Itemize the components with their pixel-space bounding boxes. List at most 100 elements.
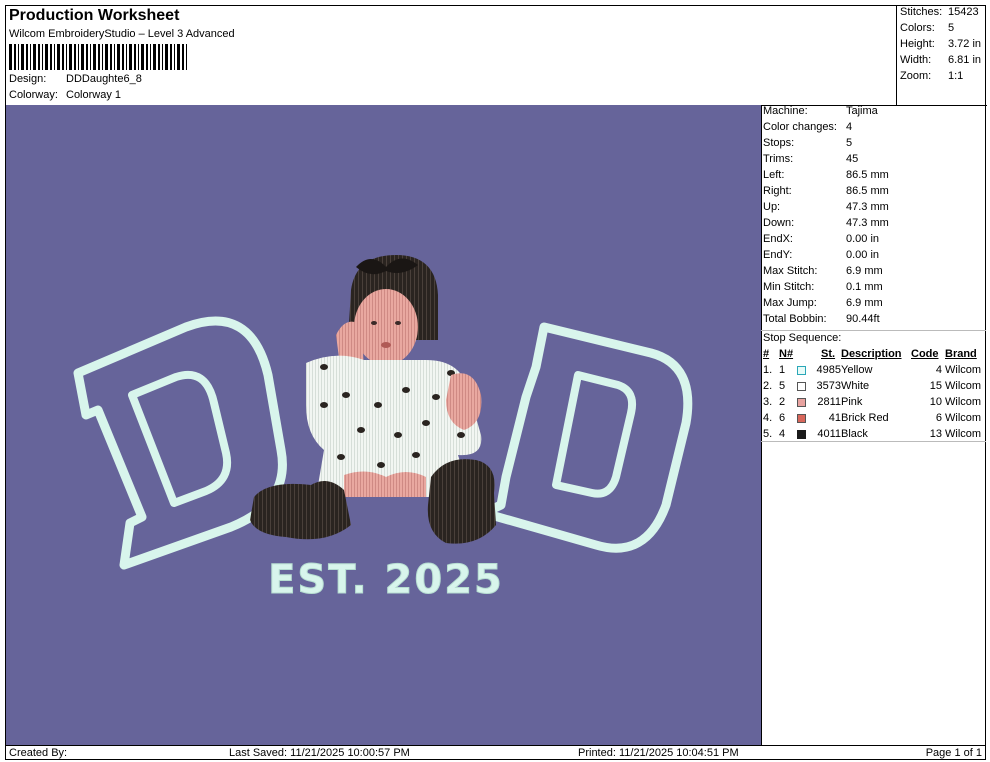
barcode-bar bbox=[42, 44, 43, 70]
barcode-bar bbox=[110, 44, 112, 70]
barcode-bar bbox=[26, 44, 28, 70]
barcode-bar bbox=[158, 44, 160, 70]
stop-index: 2. bbox=[763, 380, 773, 392]
machine-info-panel: Machine: Tajima Color changes: 4 Stops: 5 T… bbox=[761, 105, 986, 745]
info-row: Max Stitch: 6.9 mm bbox=[763, 265, 883, 277]
info-value: 47.3 mm bbox=[846, 217, 889, 229]
colorway-name: Colorway 1 bbox=[66, 89, 122, 101]
barcode-bar bbox=[182, 44, 184, 70]
stitch-count: 4985 bbox=[816, 364, 841, 376]
info-value: 86.5 mm bbox=[846, 169, 889, 181]
info-row: Color changes: 4 bbox=[763, 121, 852, 133]
barcode-bar bbox=[54, 44, 55, 70]
needle-number: 5 bbox=[779, 380, 786, 392]
barcode-bar bbox=[170, 44, 172, 70]
thread-color-swatch bbox=[797, 430, 806, 439]
thread-description: Black bbox=[841, 428, 868, 440]
barcode-bar bbox=[30, 44, 31, 70]
production-worksheet: Production Worksheet Wilcom EmbroiderySt… bbox=[5, 5, 987, 761]
barcode-bar bbox=[186, 44, 187, 70]
col-header-num: # bbox=[763, 348, 770, 360]
worksheet-title: Production Worksheet bbox=[9, 7, 180, 24]
worksheet-footer: Created By: Last Saved: 11/21/2025 10:00… bbox=[6, 745, 986, 761]
info-label: Left: bbox=[763, 169, 785, 181]
info-row: Down: 47.3 mm bbox=[763, 217, 889, 229]
barcode-bar bbox=[57, 44, 60, 70]
barcode-bar bbox=[122, 44, 124, 70]
design-row: Design: DDDaughte6_8 bbox=[9, 73, 142, 85]
barcode-bar bbox=[69, 44, 72, 70]
col-header-code: Code bbox=[911, 348, 939, 360]
letter-d-left bbox=[73, 316, 287, 570]
info-value: 0.00 in bbox=[846, 233, 880, 245]
barcode-bar bbox=[81, 44, 84, 70]
info-row: Min Stitch: 0.1 mm bbox=[763, 281, 883, 293]
info-row: Total Bobbin: 90.44ft bbox=[763, 313, 880, 325]
design-preview: EST. 2025 bbox=[6, 105, 762, 745]
col-header-n: N# bbox=[779, 348, 794, 360]
needle-number: 4 bbox=[779, 428, 786, 440]
stop-index: 1. bbox=[763, 364, 773, 376]
thread-code: 6 bbox=[935, 412, 942, 424]
barcode-bar bbox=[126, 44, 127, 70]
barcode-bar bbox=[66, 44, 67, 70]
stat-zoom: Zoom: 1:1 bbox=[900, 70, 963, 82]
barcode bbox=[9, 44, 187, 70]
design-name: DDDaughte6_8 bbox=[66, 73, 142, 85]
info-row: Trims: 45 bbox=[763, 153, 858, 165]
divider bbox=[761, 330, 986, 331]
stat-value: 5 bbox=[948, 22, 955, 34]
colorway-row: Colorway: Colorway 1 bbox=[9, 89, 121, 101]
stat-value: 6.81 in bbox=[948, 54, 982, 66]
page-number: Page 1 of 1 bbox=[925, 747, 982, 759]
barcode-bar bbox=[114, 44, 115, 70]
info-value: 4 bbox=[846, 121, 853, 133]
info-label: Up: bbox=[763, 201, 781, 213]
info-label: EndX: bbox=[763, 233, 793, 245]
info-value: 0.1 mm bbox=[846, 281, 883, 293]
info-row: EndY: 0.00 in bbox=[763, 249, 879, 261]
stat-label: Zoom: bbox=[900, 70, 932, 82]
stitch-count: 4011 bbox=[817, 428, 841, 440]
thread-code: 13 bbox=[929, 428, 942, 440]
info-label: Right: bbox=[763, 185, 792, 197]
barcode-bar bbox=[33, 44, 36, 70]
thread-color-swatch bbox=[797, 382, 806, 391]
barcode-bar bbox=[62, 44, 64, 70]
col-header-st: St. bbox=[821, 348, 836, 360]
thread-description: White bbox=[841, 380, 870, 392]
stat-height: Height: 3.72 in bbox=[900, 38, 981, 50]
info-label: Trims: bbox=[763, 153, 794, 165]
stitch-count: 3573 bbox=[816, 380, 841, 392]
info-value: 0.00 in bbox=[846, 249, 880, 261]
worksheet-header: Production Worksheet Wilcom EmbroiderySt… bbox=[6, 6, 896, 106]
thread-brand: Wilcom bbox=[945, 428, 982, 440]
info-value: 47.3 mm bbox=[846, 201, 889, 213]
info-row: Max Jump: 6.9 mm bbox=[763, 297, 883, 309]
col-header-description: Description bbox=[841, 348, 902, 360]
stitch-count: 41 bbox=[828, 412, 841, 424]
info-row: EndX: 0.00 in bbox=[763, 233, 879, 245]
barcode-bar bbox=[141, 44, 144, 70]
barcode-bar bbox=[150, 44, 151, 70]
thread-brand: Wilcom bbox=[945, 364, 982, 376]
barcode-bar bbox=[9, 44, 12, 70]
thread-code: 15 bbox=[929, 380, 942, 392]
design-label: Design: bbox=[9, 73, 47, 85]
barcode-bar bbox=[129, 44, 132, 70]
info-label: Machine: bbox=[763, 105, 808, 117]
info-label: Total Bobbin: bbox=[763, 313, 827, 325]
info-value: 86.5 mm bbox=[846, 185, 889, 197]
needle-number: 1 bbox=[779, 364, 786, 376]
thread-description: Yellow bbox=[841, 364, 873, 376]
barcode-bar bbox=[45, 44, 48, 70]
embroidery-design: EST. 2025 bbox=[73, 255, 693, 604]
thread-color-swatch bbox=[797, 366, 806, 375]
letter-d-right bbox=[479, 322, 693, 553]
stop-index: 3. bbox=[763, 396, 773, 408]
info-row: Left: 86.5 mm bbox=[763, 169, 889, 181]
barcode-bar bbox=[74, 44, 76, 70]
stat-label: Colors: bbox=[900, 22, 935, 34]
needle-number: 6 bbox=[779, 412, 786, 424]
info-value: 90.44ft bbox=[846, 313, 880, 325]
